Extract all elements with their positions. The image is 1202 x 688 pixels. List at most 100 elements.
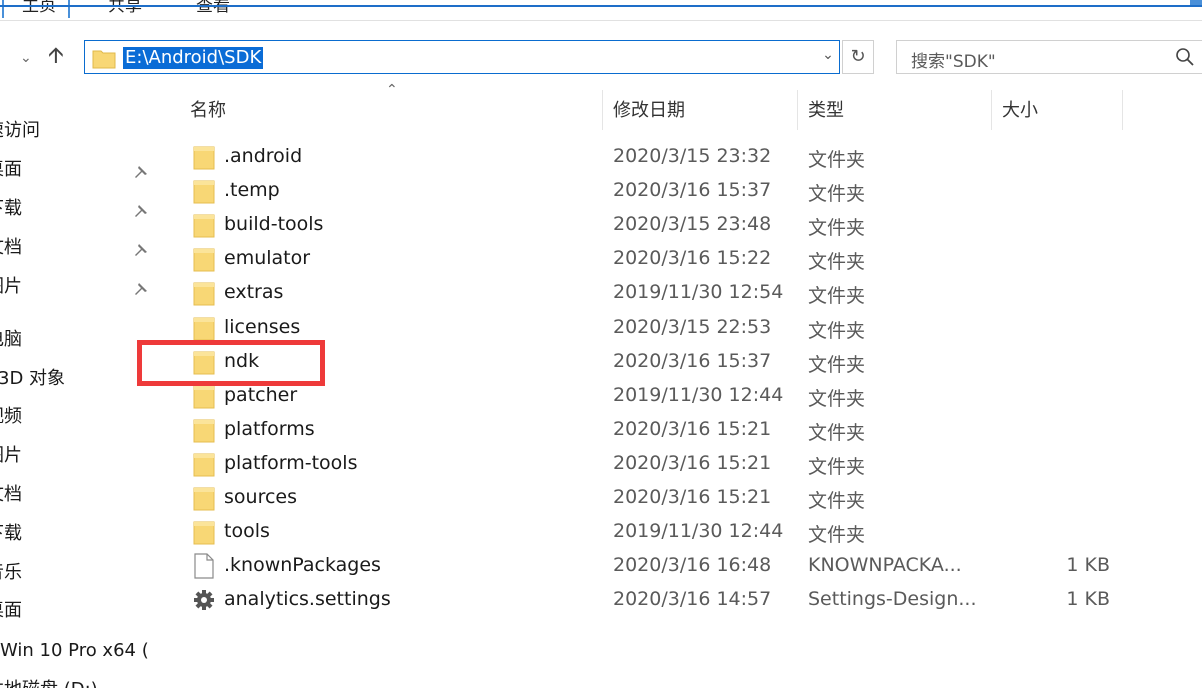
folder-icon: [193, 485, 215, 515]
file-date-modified: 2019/11/30 12:44: [613, 520, 784, 542]
file-date-modified: 2020/3/16 15:22: [613, 247, 772, 269]
column-header-type[interactable]: 类型: [808, 96, 844, 122]
recent-locations-chevron-icon[interactable]: ⌄: [20, 48, 32, 68]
file-name: .knownPackages: [224, 554, 381, 576]
tab-home[interactable]: 主页: [22, 0, 56, 16]
refresh-icon: ↻: [850, 46, 866, 67]
sidebar-item-downloads[interactable]: 下载: [0, 519, 22, 549]
folder-icon: [193, 519, 215, 549]
file-date-modified: 2019/11/30 12:44: [613, 384, 784, 406]
sidebar-item-system-drive[interactable]: Win 10 Pro x64 (: [0, 636, 149, 666]
folder-icon: [193, 144, 215, 174]
file-type: 文件夹: [808, 320, 866, 342]
file-date-modified: 2020/3/16 14:57: [613, 588, 772, 610]
file-row-emulator[interactable]: emulator 2020/3/16 15:22 文件夹: [160, 243, 1202, 277]
column-header-size[interactable]: 大小: [1002, 96, 1038, 122]
file-name: tools: [224, 520, 270, 542]
folder-icon: [193, 383, 215, 413]
pin-icon[interactable]: [133, 203, 149, 219]
address-bar[interactable]: E:\Android\SDK ⌄: [84, 40, 840, 74]
file-name: .android: [224, 145, 303, 167]
column-divider[interactable]: [797, 90, 798, 130]
file-type: 文件夹: [808, 524, 866, 546]
folder-icon: [193, 417, 215, 447]
file-name: extras: [224, 281, 284, 303]
sidebar-item-videos[interactable]: 视频: [0, 402, 22, 432]
folder-icon: [193, 178, 215, 208]
file-row-analytics-settings[interactable]: analytics.settings 2020/3/16 14:57 Setting…: [160, 584, 1202, 618]
file-name: platform-tools: [224, 452, 358, 474]
file-type: 文件夹: [808, 456, 866, 478]
file-row-platform-tools[interactable]: platform-tools 2020/3/16 15:21 文件夹: [160, 448, 1202, 482]
file-name: .temp: [224, 179, 280, 201]
pin-icon[interactable]: [133, 281, 149, 297]
sidebar-item-downloads-pinned[interactable]: 下载: [0, 194, 22, 224]
file-size: 1 KB: [1066, 554, 1110, 576]
folder-icon: [193, 451, 215, 481]
file-type: 文件夹: [808, 285, 866, 307]
file-name: licenses: [224, 316, 301, 338]
sidebar-item-music[interactable]: 音乐: [0, 558, 22, 588]
file-type: 文件夹: [808, 354, 866, 376]
file-type: 文件夹: [808, 183, 866, 205]
file-type: 文件夹: [808, 422, 866, 444]
chevron-down-icon[interactable]: ⌄: [819, 47, 837, 67]
sidebar-item-desktop[interactable]: 桌面: [0, 596, 22, 626]
file-row-dot-android[interactable]: .android 2020/3/15 23:32 文件夹: [160, 141, 1202, 175]
sidebar-item-documents-pinned[interactable]: 文档: [0, 233, 22, 263]
file-row-dot-temp[interactable]: .temp 2020/3/16 15:37 文件夹: [160, 175, 1202, 209]
sidebar-item-this-pc[interactable]: 电脑: [0, 325, 22, 355]
file-name: analytics.settings: [224, 588, 391, 610]
column-header-modified[interactable]: 修改日期: [613, 96, 685, 122]
file-type: 文件夹: [808, 388, 866, 410]
file-row-sources[interactable]: sources 2020/3/16 15:21 文件夹: [160, 482, 1202, 516]
sort-ascending-icon: ⌃: [386, 82, 398, 98]
column-divider[interactable]: [1122, 90, 1123, 130]
highlight-annotation-box: [137, 340, 325, 386]
file-date-modified: 2020/3/16 15:21: [613, 418, 772, 440]
file-row-extras[interactable]: extras 2019/11/30 12:54 文件夹: [160, 277, 1202, 311]
pin-icon[interactable]: [133, 164, 149, 180]
file-row-platforms[interactable]: platforms 2020/3/16 15:21 文件夹: [160, 414, 1202, 448]
file-date-modified: 2020/3/15 22:53: [613, 316, 772, 338]
sidebar-item-pictures[interactable]: 图片: [0, 441, 22, 471]
search-icon: [1176, 48, 1194, 66]
sidebar-item-documents[interactable]: 文档: [0, 480, 22, 510]
file-name: emulator: [224, 247, 311, 269]
file-type: 文件夹: [808, 217, 866, 239]
file-row-build-tools[interactable]: build-tools 2020/3/15 23:48 文件夹: [160, 209, 1202, 243]
file-row-dot-knownPackages[interactable]: .knownPackages 2020/3/16 16:48 KNOWNPACKA.…: [160, 550, 1202, 584]
sidebar-item-3d-objects[interactable]: 3D 对象: [0, 364, 65, 394]
address-path[interactable]: E:\Android\SDK: [123, 47, 264, 69]
file-size: 1 KB: [1066, 588, 1110, 610]
folder-icon: [193, 280, 215, 310]
file-type: KNOWNPACKA...: [808, 554, 962, 576]
tab-view[interactable]: 查看: [196, 0, 230, 16]
search-placeholder: 搜索"SDK": [911, 52, 996, 72]
file-date-modified: 2019/11/30 12:54: [613, 281, 784, 303]
file-type: 文件夹: [808, 149, 866, 171]
folder-icon: [193, 246, 215, 276]
file-date-modified: 2020/3/16 16:48: [613, 554, 772, 576]
sidebar-item-pictures-pinned[interactable]: 图片: [0, 272, 22, 302]
ribbon: 主页 共享 查看: [0, 0, 1202, 21]
up-arrow-icon[interactable]: 🡩: [48, 45, 64, 67]
file-name: platforms: [224, 418, 315, 440]
sidebar-item-desktop-pinned[interactable]: 桌面: [0, 155, 22, 185]
search-box[interactable]: 搜索"SDK": [896, 40, 1202, 74]
refresh-button[interactable]: ↻: [842, 40, 874, 74]
file-date-modified: 2020/3/15 23:32: [613, 145, 772, 167]
file-date-modified: 2020/3/16 15:21: [613, 452, 772, 474]
tab-share[interactable]: 共享: [108, 0, 142, 16]
file-date-modified: 2020/3/16 15:21: [613, 486, 772, 508]
column-divider[interactable]: [991, 90, 992, 130]
file-name: patcher: [224, 384, 298, 406]
column-divider[interactable]: [602, 90, 603, 130]
pin-icon[interactable]: [133, 242, 149, 258]
file-row-tools[interactable]: tools 2019/11/30 12:44 文件夹: [160, 516, 1202, 550]
file-date-modified: 2020/3/15 23:48: [613, 213, 772, 235]
sidebar-item-local-disk-d[interactable]: 本地磁盘 (D:): [0, 675, 98, 688]
sidebar-item-quick-access[interactable]: 速访问: [0, 116, 40, 146]
column-header-name[interactable]: 名称: [190, 96, 226, 122]
file-type: 文件夹: [808, 490, 866, 512]
